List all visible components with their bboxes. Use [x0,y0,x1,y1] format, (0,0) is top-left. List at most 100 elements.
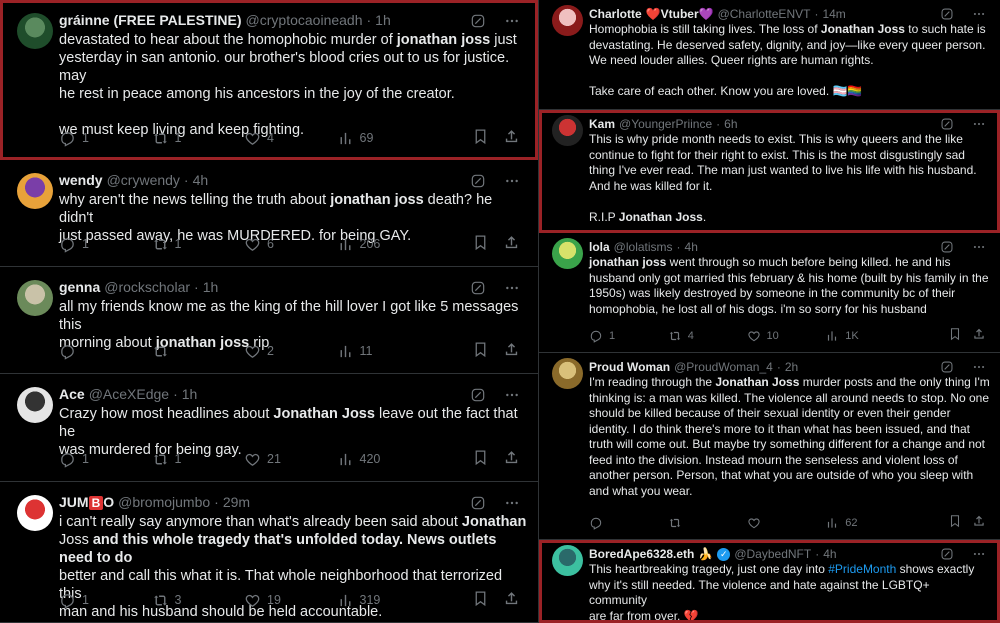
bookmark-button[interactable] [472,341,489,361]
avatar[interactable] [552,238,583,269]
like-button[interactable]: 2 [244,343,337,360]
reply-button[interactable]: 1 [59,130,152,147]
retweet-button[interactable]: 1 [152,130,245,147]
views-button[interactable]: 319 [337,592,430,609]
share-button[interactable] [503,128,520,148]
share-button[interactable] [972,327,986,344]
grok-button[interactable] [940,7,954,21]
bookmark-button[interactable] [472,449,489,469]
more-button[interactable] [504,173,520,189]
grok-button[interactable] [470,13,486,29]
share-button[interactable] [503,234,520,254]
grok-button[interactable] [940,240,954,254]
reply-button[interactable]: 1 [589,329,668,343]
avatar[interactable] [552,115,583,146]
avatar[interactable] [552,545,583,576]
views-button[interactable]: 1K [825,329,904,343]
views-button[interactable]: 62 [825,516,904,530]
retweet-button[interactable] [668,516,747,530]
more-button[interactable] [972,240,986,254]
views-button[interactable]: 420 [337,451,430,468]
share-icon [972,514,986,528]
more-button[interactable] [504,280,520,296]
like-button[interactable]: 6 [244,236,337,253]
reply-icon [59,451,76,468]
avatar[interactable] [17,280,53,316]
avatar[interactable] [17,495,53,531]
avatar[interactable] [17,13,53,49]
action-count: 1 [174,131,182,145]
tweet[interactable]: Kam @YoungerPriince · 6h This is why pride m… [539,110,1000,233]
timestamp: 4h [192,172,209,188]
bookmark-button[interactable] [472,234,489,254]
retweet-button[interactable]: 4 [668,329,747,343]
retweet-button[interactable]: 1 [152,236,245,253]
tweet[interactable]: lola @lolatisms · 4h jonathan joss went thro… [539,233,1000,353]
text: shows exactly [896,562,975,576]
like-button[interactable]: 10 [747,329,826,343]
share-button[interactable] [503,590,520,610]
retweet-button[interactable]: 3 [152,592,245,609]
text: should be killed because of their sexual… [589,406,951,420]
reply-button[interactable] [59,343,152,360]
action-count: 206 [359,237,381,251]
more-icon [972,7,986,21]
more-button[interactable] [972,547,986,561]
views-button[interactable]: 11 [337,343,430,360]
like-button[interactable]: 4 [244,130,337,147]
share-button[interactable] [503,341,520,361]
text: husband only got married this february &… [589,270,989,285]
retweet-button[interactable]: 1 [152,451,245,468]
reply-button[interactable]: 1 [59,451,152,468]
share-button[interactable] [972,514,986,531]
action-count: 2 [267,344,274,358]
like-button[interactable]: 21 [244,451,337,468]
tweet[interactable]: Proud Woman @ProudWoman_4 · 2h I'm reading t… [539,353,1000,540]
retweet-button[interactable] [152,343,245,360]
reply-button[interactable]: 1 [59,592,152,609]
views-button[interactable]: 69 [337,130,430,147]
avatar[interactable] [17,387,53,423]
avatar[interactable] [552,358,583,389]
more-button[interactable] [972,360,986,374]
more-button[interactable] [972,117,986,131]
tweet-line [59,103,525,121]
tweet[interactable]: wendy @crywendy · 4h why aren't the news tel… [0,160,538,267]
views-button[interactable]: 206 [337,236,430,253]
bookmark-button[interactable] [948,327,962,344]
more-button[interactable] [972,7,986,21]
action-group-right [472,449,520,469]
tweet[interactable]: genna @rockscholar · 1h all my friends know … [0,267,538,374]
more-button[interactable] [504,13,520,29]
avatar[interactable] [17,173,53,209]
grok-button[interactable] [470,387,486,403]
reply-button[interactable] [589,516,668,530]
grok-button[interactable] [470,495,486,511]
share-button[interactable] [503,449,520,469]
grok-button[interactable] [470,173,486,189]
grok-button[interactable] [470,280,486,296]
avatar[interactable] [552,5,583,36]
grok-button[interactable] [940,547,954,561]
like-button[interactable] [747,516,826,530]
tweet[interactable]: Charlotte ❤️Vtuber💜 @CharlotteENVT · 14m Homo… [539,0,1000,110]
bookmark-button[interactable] [472,590,489,610]
bookmark-button[interactable] [948,514,962,531]
tweet[interactable]: Ace @AceXEdge · 1h Crazy how most headlines … [0,374,538,482]
more-button[interactable] [504,387,520,403]
hashtag-link[interactable]: #PrideMonth [828,562,896,576]
tweet-line: devastating. He deserved safety, dignity… [589,38,990,54]
more-button[interactable] [504,495,520,511]
tweet[interactable]: gráinne (FREE PALESTINE) @cryptocaoineadh… [0,0,538,160]
reply-button[interactable]: 1 [59,236,152,253]
grok-button[interactable] [940,360,954,374]
like-button[interactable]: 19 [244,592,337,609]
heart-icon [747,329,761,343]
grok-button[interactable] [940,117,954,131]
grok-icon [940,240,954,254]
author-name[interactable]: JUM B O [59,494,114,510]
tweet[interactable]: BoredApe6328.eth 🍌 ✓ @DaybedNFT · 4h This hear… [539,540,1000,623]
tweet-line: 1950s) was likely destroyed by someone i… [589,286,990,302]
bookmark-button[interactable] [472,128,489,148]
tweet[interactable]: JUM B O @bromojumbo · 29m i can't really say a… [0,482,538,623]
